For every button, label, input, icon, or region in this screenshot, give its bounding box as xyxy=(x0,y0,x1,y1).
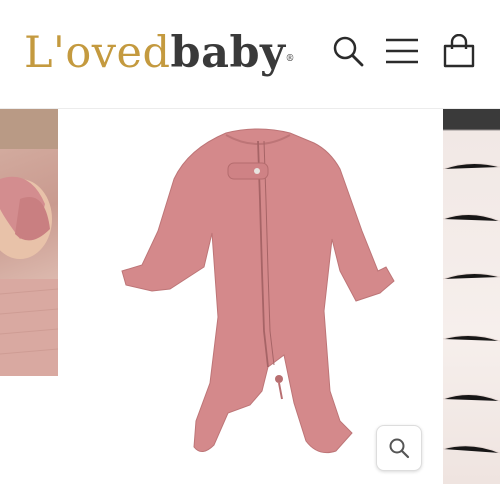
next-product-image[interactable] xyxy=(443,109,500,484)
menu-icon[interactable] xyxy=(385,34,419,68)
brand-logo[interactable]: L'ovedbaby® xyxy=(24,28,295,78)
magnifier-icon xyxy=(389,438,410,459)
logo-text-loved: L'oved xyxy=(24,28,171,78)
product-image-carousel[interactable] xyxy=(0,109,500,500)
site-header: L'ovedbaby® xyxy=(0,0,500,109)
zoom-button[interactable] xyxy=(376,425,422,471)
registered-mark: ® xyxy=(285,54,296,64)
shopping-bag-icon[interactable] xyxy=(442,34,476,68)
logo-text-baby: baby xyxy=(170,28,286,78)
search-icon[interactable] xyxy=(331,34,365,68)
product-image-footed-sleeper[interactable] xyxy=(118,121,422,481)
previous-product-image[interactable] xyxy=(0,109,58,376)
